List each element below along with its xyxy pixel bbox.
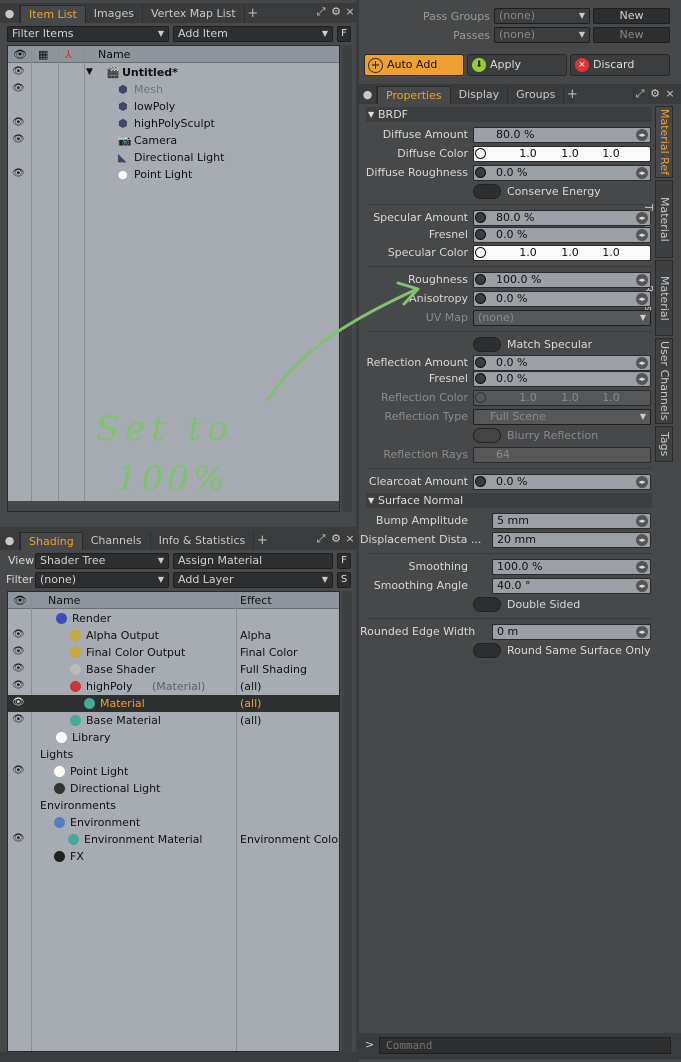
annotation-arrow-line	[266, 288, 417, 402]
annotation-text-line1: Set to	[96, 409, 234, 449]
annotation-overlay: Set to 100%	[96, 281, 420, 499]
annotation-text-line2: 100%	[116, 459, 229, 499]
